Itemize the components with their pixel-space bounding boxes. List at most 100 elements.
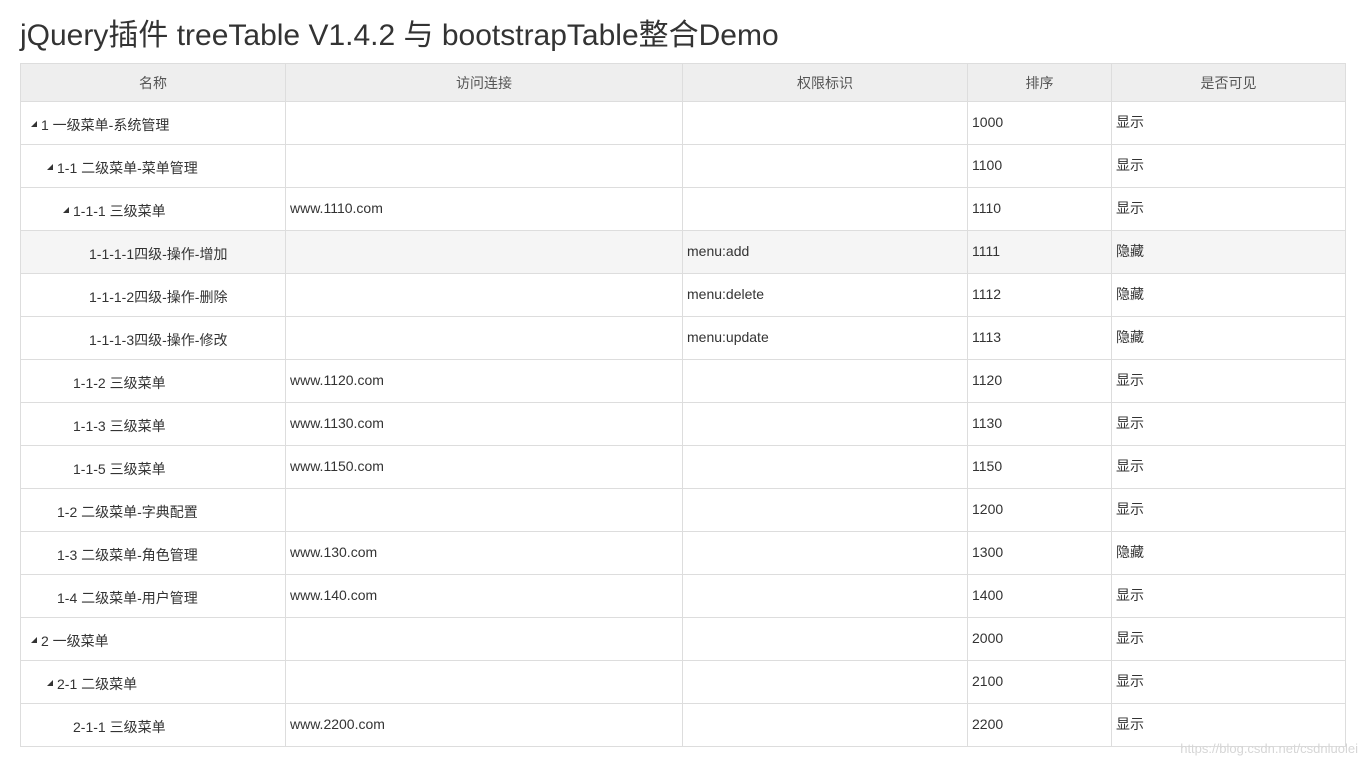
url-cell <box>285 101 683 145</box>
sort-cell: 2100 <box>967 660 1112 704</box>
visible-cell: 显示 <box>1111 660 1346 704</box>
sort-cell: 1113 <box>967 316 1112 360</box>
visible-cell: 显示 <box>1111 187 1346 231</box>
table-row[interactable]: 1-2 二级菜单-字典配置 1200 显示 <box>20 488 1346 532</box>
permission-cell <box>682 574 968 618</box>
name-cell: 2 一级菜单 <box>20 617 286 661</box>
name-cell: 1-1-5 三级菜单 <box>20 445 286 489</box>
sort-cell: 1130 <box>967 402 1112 446</box>
table-row[interactable]: 1 一级菜单-系统管理 1000 显示 <box>20 101 1346 145</box>
collapse-triangle-icon[interactable] <box>63 207 69 213</box>
visible-cell: 隐藏 <box>1111 230 1346 274</box>
visible-cell: 隐藏 <box>1111 316 1346 360</box>
sort-cell: 2200 <box>967 703 1112 747</box>
collapse-triangle-icon[interactable] <box>31 121 37 127</box>
table-row[interactable]: 1-3 二级菜单-角色管理 www.130.com 1300 隐藏 <box>20 531 1346 575</box>
name-label: 1 一级菜单-系统管理 <box>41 117 170 133</box>
table-row[interactable]: 1-1-1 三级菜单 www.1110.com 1110 显示 <box>20 187 1346 231</box>
url-cell <box>285 660 683 704</box>
name-cell: 1-1 二级菜单-菜单管理 <box>20 144 286 188</box>
url-cell: www.130.com <box>285 531 683 575</box>
permission-cell <box>682 488 968 532</box>
url-cell: www.2200.com <box>285 703 683 747</box>
name-label: 1-3 二级菜单-角色管理 <box>57 547 198 563</box>
table-row[interactable]: 1-1 二级菜单-菜单管理 1100 显示 <box>20 144 1346 188</box>
visible-cell: 显示 <box>1111 144 1346 188</box>
name-label: 1-1-2 三级菜单 <box>73 375 166 391</box>
column-header-url[interactable]: 访问连接 <box>285 63 683 102</box>
table-header-row: 名称 访问连接 权限标识 排序 是否可见 <box>20 63 1346 102</box>
name-label: 2 一级菜单 <box>41 633 109 649</box>
column-header-visible[interactable]: 是否可见 <box>1111 63 1346 102</box>
table-row[interactable]: 1-1-3 三级菜单 www.1130.com 1130 显示 <box>20 402 1346 446</box>
name-label: 1-1-1-2四级-操作-删除 <box>89 289 228 305</box>
permission-cell <box>682 660 968 704</box>
permission-cell <box>682 359 968 403</box>
name-cell: 1-1-2 三级菜单 <box>20 359 286 403</box>
url-cell <box>285 230 683 274</box>
sort-cell: 1120 <box>967 359 1112 403</box>
name-cell: 1-1-3 三级菜单 <box>20 402 286 446</box>
sort-cell: 1300 <box>967 531 1112 575</box>
column-header-sort[interactable]: 排序 <box>967 63 1112 102</box>
name-cell: 1-1-1-3四级-操作-修改 <box>20 316 286 360</box>
name-cell: 1-4 二级菜单-用户管理 <box>20 574 286 618</box>
permission-cell <box>682 617 968 661</box>
visible-cell: 显示 <box>1111 101 1346 145</box>
name-label: 1-2 二级菜单-字典配置 <box>57 504 198 520</box>
watermark: https://blog.csdn.net/csdnluolei <box>1180 741 1358 756</box>
name-label: 1-1-1-3四级-操作-修改 <box>89 332 228 348</box>
table-row[interactable]: 1-4 二级菜单-用户管理 www.140.com 1400 显示 <box>20 574 1346 618</box>
table-row[interactable]: 1-1-1-1四级-操作-增加 menu:add 1111 隐藏 <box>20 230 1346 274</box>
permission-cell <box>682 187 968 231</box>
tree-table: 名称 访问连接 权限标识 排序 是否可见 1 一级菜单-系统管理 1000 显示… <box>20 63 1346 747</box>
name-cell: 1-1-1 三级菜单 <box>20 187 286 231</box>
table-row[interactable]: 2 一级菜单 2000 显示 <box>20 617 1346 661</box>
visible-cell: 显示 <box>1111 574 1346 618</box>
permission-cell <box>682 703 968 747</box>
name-label: 1-1-1-1四级-操作-增加 <box>89 246 228 262</box>
url-cell: www.1120.com <box>285 359 683 403</box>
name-cell: 1 一级菜单-系统管理 <box>20 101 286 145</box>
page-title: jQuery插件 treeTable V1.4.2 与 bootstrapTab… <box>20 19 779 52</box>
table-row[interactable]: 1-1-5 三级菜单 www.1150.com 1150 显示 <box>20 445 1346 489</box>
sort-cell: 1111 <box>967 230 1112 274</box>
column-header-permission[interactable]: 权限标识 <box>682 63 968 102</box>
visible-cell: 显示 <box>1111 617 1346 661</box>
visible-cell: 隐藏 <box>1111 273 1346 317</box>
url-cell <box>285 617 683 661</box>
permission-cell <box>682 402 968 446</box>
url-cell: www.140.com <box>285 574 683 618</box>
url-cell <box>285 488 683 532</box>
url-cell <box>285 316 683 360</box>
sort-cell: 1400 <box>967 574 1112 618</box>
collapse-triangle-icon[interactable] <box>47 680 53 686</box>
sort-cell: 1200 <box>967 488 1112 532</box>
name-label: 2-1-1 三级菜单 <box>73 719 166 735</box>
name-cell: 1-1-1-2四级-操作-删除 <box>20 273 286 317</box>
table-row[interactable]: 1-1-1-3四级-操作-修改 menu:update 1113 隐藏 <box>20 316 1346 360</box>
name-label: 1-1-5 三级菜单 <box>73 461 166 477</box>
permission-cell: menu:delete <box>682 273 968 317</box>
url-cell <box>285 273 683 317</box>
name-cell: 2-1-1 三级菜单 <box>20 703 286 747</box>
permission-cell <box>682 531 968 575</box>
permission-cell <box>682 445 968 489</box>
table-row[interactable]: 1-1-1-2四级-操作-删除 menu:delete 1112 隐藏 <box>20 273 1346 317</box>
collapse-triangle-icon[interactable] <box>31 637 37 643</box>
column-header-name[interactable]: 名称 <box>20 63 286 102</box>
url-cell <box>285 144 683 188</box>
permission-cell <box>682 101 968 145</box>
name-label: 2-1 二级菜单 <box>57 676 138 692</box>
table-row[interactable]: 2-1-1 三级菜单 www.2200.com 2200 显示 <box>20 703 1346 747</box>
name-cell: 1-2 二级菜单-字典配置 <box>20 488 286 532</box>
name-cell: 2-1 二级菜单 <box>20 660 286 704</box>
visible-cell: 隐藏 <box>1111 531 1346 575</box>
name-cell: 1-1-1-1四级-操作-增加 <box>20 230 286 274</box>
collapse-triangle-icon[interactable] <box>47 164 53 170</box>
table-row[interactable]: 2-1 二级菜单 2100 显示 <box>20 660 1346 704</box>
name-label: 1-4 二级菜单-用户管理 <box>57 590 198 606</box>
permission-cell <box>682 144 968 188</box>
table-row[interactable]: 1-1-2 三级菜单 www.1120.com 1120 显示 <box>20 359 1346 403</box>
name-label: 1-1-3 三级菜单 <box>73 418 166 434</box>
